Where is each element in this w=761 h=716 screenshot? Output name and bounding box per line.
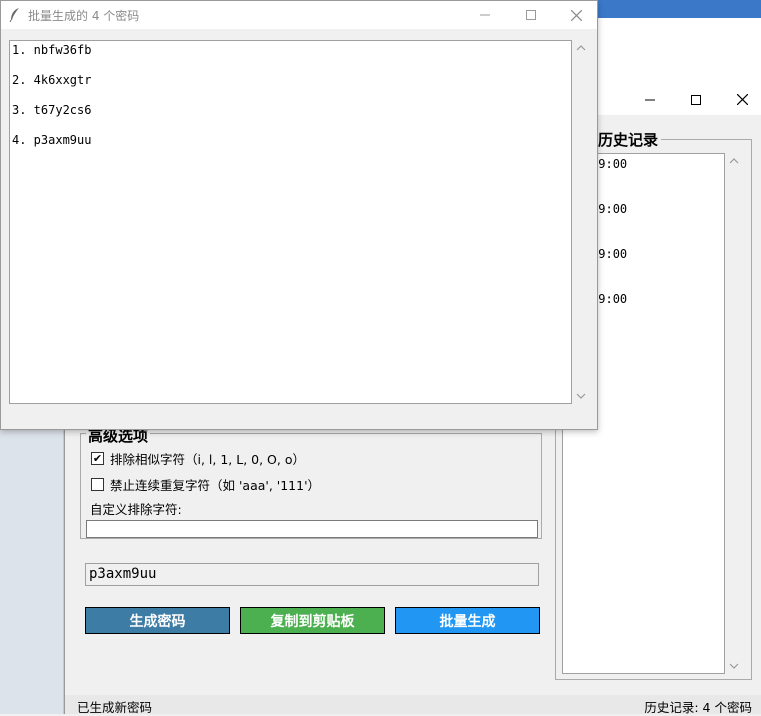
popup-titlebar: 批量生成的 4 个密码 xyxy=(1,1,597,29)
custom-exclude-label: 自定义排除字符: xyxy=(90,502,182,517)
maximize-button[interactable] xyxy=(673,84,719,115)
generate-password-button[interactable]: 生成密码 xyxy=(85,607,230,634)
background-left-window xyxy=(0,430,64,714)
scroll-up-icon[interactable] xyxy=(729,158,739,164)
minimize-icon xyxy=(645,99,655,100)
scroll-down-icon[interactable] xyxy=(729,663,739,669)
list-item[interactable]: 2. 4k6xxgtr xyxy=(12,73,571,103)
password-display[interactable]: p3axm9uu xyxy=(85,563,539,586)
close-icon xyxy=(736,94,748,105)
history-scrollbar[interactable] xyxy=(725,153,743,674)
popup-title: 批量生成的 4 个密码 xyxy=(28,9,140,23)
list-item[interactable]: 4. p3axm9uu xyxy=(12,133,571,163)
checkmark-icon: ✔ xyxy=(92,452,103,465)
list-item[interactable]: 1. nbfw36fb xyxy=(12,43,571,73)
copy-to-clipboard-button[interactable]: 复制到剪贴板 xyxy=(240,607,385,634)
background-window-area xyxy=(598,18,761,84)
popup-close-button[interactable] xyxy=(553,1,599,29)
exclude-similar-label: 排除相似字符（i, l, 1, L, 0, O, o） xyxy=(110,452,305,467)
batch-password-list[interactable]: 1. nbfw36fb 2. 4k6xxgtr 3. t67y2cs6 4. p… xyxy=(9,40,572,404)
no-repeat-checkbox[interactable]: 禁止连续重复字符（如 'aaa', '111'） xyxy=(91,475,320,494)
checkbox-box[interactable]: ✔ xyxy=(91,452,104,465)
minimize-button[interactable] xyxy=(627,84,673,115)
history-count: 历史记录: 4 个密码 xyxy=(644,700,752,715)
history-title: 历史记录 xyxy=(595,129,662,150)
popup-minimize-button[interactable] xyxy=(462,1,508,29)
minimize-icon xyxy=(480,14,490,16)
close-button[interactable] xyxy=(719,84,761,115)
feather-icon xyxy=(9,8,19,22)
no-repeat-label: 禁止连续重复字符（如 'aaa', '111'） xyxy=(110,478,321,493)
close-icon xyxy=(570,9,582,21)
maximize-icon xyxy=(691,94,701,105)
background-window-titlebar xyxy=(598,0,761,18)
maximize-icon xyxy=(526,10,536,20)
checkbox-box[interactable] xyxy=(91,478,104,491)
status-bar: 已生成新密码 历史记录: 4 个密码 xyxy=(65,695,761,715)
status-message: 已生成新密码 xyxy=(77,700,153,715)
popup-scrollbar[interactable] xyxy=(572,40,590,404)
popup-maximize-button[interactable] xyxy=(508,1,554,29)
scroll-up-icon[interactable] xyxy=(576,45,586,51)
list-item[interactable]: 3. t67y2cs6 xyxy=(12,103,571,133)
scroll-down-icon[interactable] xyxy=(576,393,586,399)
batch-generate-button[interactable]: 批量生成 xyxy=(395,607,540,634)
exclude-similar-checkbox[interactable]: ✔ 排除相似字符（i, l, 1, L, 0, O, o） xyxy=(91,449,305,468)
batch-popup-window: 批量生成的 4 个密码 1. nbfw36fb 2. 4k6xxgtr 3. t… xyxy=(0,0,598,430)
custom-exclude-input[interactable] xyxy=(86,520,538,538)
